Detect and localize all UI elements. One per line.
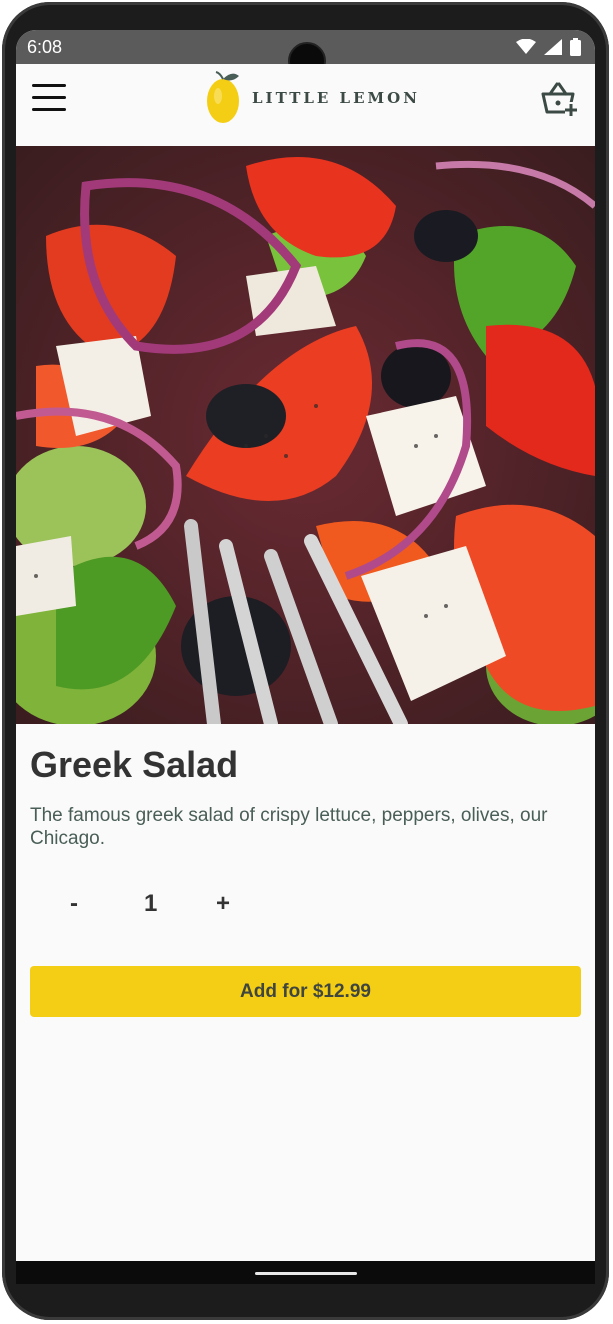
status-time: 6:08 (27, 37, 63, 57)
quantity-value: 1 (144, 890, 158, 917)
cellular-signal-icon (544, 39, 562, 55)
battery-icon (570, 38, 581, 56)
dish-image (16, 146, 595, 724)
navigation-bar (16, 1261, 595, 1284)
increment-quantity-button[interactable]: + (216, 890, 230, 918)
home-gesture-handle[interactable] (255, 1272, 357, 1275)
basket-add-icon[interactable] (539, 80, 579, 120)
app-screen: 6:08 LITTLE LEMON Greek Salad The famous… (16, 30, 595, 1284)
dish-description: The famous greek salad of crispy lettuce… (30, 805, 548, 849)
dish-title: Greek Salad (30, 744, 239, 785)
hamburger-menu-icon[interactable] (32, 84, 68, 112)
lemon-logo-icon (207, 71, 239, 123)
decrement-quantity-button[interactable]: - (70, 890, 78, 918)
wifi-icon (516, 39, 536, 55)
app-logo: LITTLE LEMON (206, 70, 420, 126)
top-app-bar: LITTLE LEMON (16, 64, 595, 146)
status-icons (516, 38, 581, 56)
logo-text: LITTLE LEMON (252, 89, 420, 107)
add-to-cart-button[interactable]: Add for $12.99 (30, 966, 581, 1017)
